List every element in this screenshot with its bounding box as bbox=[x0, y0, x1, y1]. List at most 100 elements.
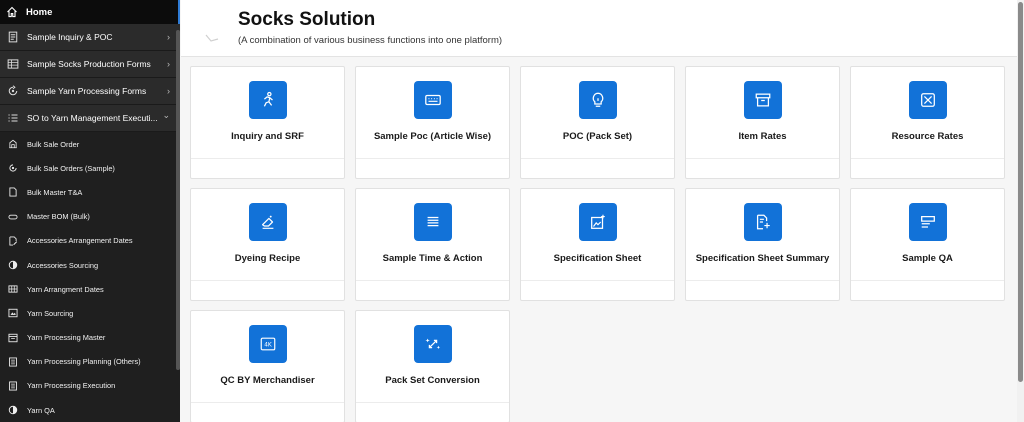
tile-footer bbox=[191, 280, 344, 300]
doc-box-icon bbox=[8, 381, 18, 391]
tile-label: Dyeing Recipe bbox=[234, 253, 301, 264]
sidebar-subitem-accessories-sourcing[interactable]: Accessories Sourcing bbox=[0, 253, 180, 277]
sidebar-subitem-bulk-sale-order[interactable]: Bulk Sale Order bbox=[0, 132, 180, 156]
tile-specification-sheet-summary[interactable]: Specification Sheet Summary bbox=[685, 188, 840, 301]
tile-specification-sheet[interactable]: Specification Sheet bbox=[520, 188, 675, 301]
tile-sample-qa[interactable]: Sample QA bbox=[850, 188, 1005, 301]
tile-label: Pack Set Conversion bbox=[385, 375, 480, 386]
image-box-icon bbox=[8, 308, 18, 318]
sidebar-subitem-yarn-processing-execution[interactable]: Yarn Processing Execution bbox=[0, 374, 180, 398]
chevron-right-icon: › bbox=[167, 59, 170, 69]
tile-inquiry-and-srf[interactable]: Inquiry and SRF bbox=[190, 66, 345, 179]
4k-icon: 4K bbox=[249, 325, 287, 363]
tile-footer bbox=[851, 158, 1004, 178]
page-subtitle: (A combination of various business funct… bbox=[238, 35, 503, 46]
archive-box-icon bbox=[744, 81, 782, 119]
sidebar-item-label: Yarn Sourcing bbox=[27, 308, 74, 318]
sidebar-item-label: Bulk Sale Order bbox=[27, 139, 80, 149]
tile-poc-pack-set[interactable]: POC (Pack Set) bbox=[520, 66, 675, 179]
cycle-icon bbox=[7, 85, 19, 97]
tile-footer bbox=[686, 158, 839, 178]
chevron-down-icon: ⌄ bbox=[162, 110, 170, 120]
sidebar-scrollbar[interactable] bbox=[176, 30, 180, 370]
half-circle-icon bbox=[8, 405, 18, 415]
tile-footer bbox=[191, 158, 344, 178]
tile-footer bbox=[356, 280, 509, 300]
page-scrollbar[interactable] bbox=[1017, 0, 1024, 422]
sidebar-item-label: Home bbox=[26, 6, 53, 18]
tile-label: Sample Poc (Article Wise) bbox=[373, 131, 492, 142]
grid-x-icon bbox=[909, 81, 947, 119]
sidebar-item-label: Bulk Master T&A bbox=[27, 187, 83, 197]
tile-footer bbox=[356, 158, 509, 178]
sidebar-item-so-to-yarn-management[interactable]: SO to Yarn Management Executi... ⌄ bbox=[0, 105, 180, 132]
document-icon bbox=[7, 31, 19, 43]
sidebar-subitem-yarn-sourcing[interactable]: Yarn Sourcing bbox=[0, 301, 180, 325]
tile-footer bbox=[521, 280, 674, 300]
sidebar-subitem-yarn-processing-master[interactable]: Yarn Processing Master bbox=[0, 326, 180, 350]
tile-footer bbox=[686, 280, 839, 300]
file-icon bbox=[8, 187, 18, 197]
tile-label: Inquiry and SRF bbox=[231, 131, 304, 142]
running-person-icon bbox=[249, 81, 287, 119]
tile-sample-poc-article-wise[interactable]: Sample Poc (Article Wise) bbox=[355, 66, 510, 179]
keyboard-icon bbox=[414, 81, 452, 119]
sidebar-item-label: Yarn Processing Master bbox=[27, 333, 106, 343]
sidebar-item-label: Sample Socks Production Forms bbox=[27, 59, 151, 69]
sidebar-subitem-master-bom-bulk[interactable]: Master BOM (Bulk) bbox=[0, 205, 180, 229]
sidebar-item-label: Bulk Sale Orders (Sample) bbox=[27, 163, 115, 173]
file-edit-icon bbox=[8, 236, 18, 246]
tile-label: Sample Time & Action bbox=[382, 253, 483, 264]
tile-pack-set-conversion[interactable]: Pack Set Conversion bbox=[355, 310, 510, 422]
sidebar-subitem-yarn-arrangment-dates[interactable]: Yarn Arrangment Dates bbox=[0, 277, 180, 301]
lightbulb-icon bbox=[579, 81, 617, 119]
form-icon bbox=[909, 203, 947, 241]
sidebar-item-label: Yarn Processing Execution bbox=[27, 381, 116, 391]
sidebar-item-label: SO to Yarn Management Executi... bbox=[27, 113, 158, 123]
page-scrollbar-thumb[interactable] bbox=[1018, 2, 1023, 382]
tile-item-rates[interactable]: Item Rates bbox=[685, 66, 840, 179]
sidebar: Home Sample Inquiry & POC › Sample Socks… bbox=[0, 0, 180, 422]
tile-footer bbox=[191, 402, 344, 422]
sidebar-subitem-bulk-master-ta[interactable]: Bulk Master T&A bbox=[0, 180, 180, 204]
tile-label: Sample QA bbox=[902, 253, 953, 264]
sidebar-item-sample-yarn-processing[interactable]: Sample Yarn Processing Forms › bbox=[0, 78, 180, 105]
eraser-icon bbox=[249, 203, 287, 241]
table-icon bbox=[8, 284, 18, 294]
sidebar-item-home[interactable]: Home bbox=[0, 0, 180, 24]
sparkles-icon bbox=[414, 325, 452, 363]
tile-label: Resource Rates bbox=[891, 131, 964, 142]
sidebar-item-label: Master BOM (Bulk) bbox=[27, 212, 90, 222]
sidebar-item-sample-inquiry-poc[interactable]: Sample Inquiry & POC › bbox=[0, 24, 180, 51]
tile-footer bbox=[521, 158, 674, 178]
tile-dyeing-recipe[interactable]: Dyeing Recipe bbox=[190, 188, 345, 301]
tile-footer bbox=[356, 402, 509, 422]
sidebar-item-label: Yarn QA bbox=[27, 405, 55, 415]
document-sparkle-icon bbox=[744, 203, 782, 241]
tile-label: POC (Pack Set) bbox=[562, 131, 633, 142]
tile-qc-by-merchandiser[interactable]: 4K QC BY Merchandiser bbox=[190, 310, 345, 422]
sidebar-item-label: Yarn Arrangment Dates bbox=[27, 284, 104, 294]
tile-label: Specification Sheet bbox=[553, 253, 642, 264]
sidebar-subitem-yarn-qa[interactable]: Yarn QA bbox=[0, 398, 180, 422]
list-icon bbox=[7, 112, 19, 124]
table-icon bbox=[7, 58, 19, 70]
lines-icon bbox=[414, 203, 452, 241]
sidebar-item-label: Accessories Arrangement Dates bbox=[27, 236, 133, 246]
sidebar-item-sample-socks-production[interactable]: Sample Socks Production Forms › bbox=[0, 51, 180, 78]
cycle-icon bbox=[8, 163, 18, 173]
page-header: Socks Solution (A combination of various… bbox=[181, 0, 1017, 57]
chevron-right-icon: › bbox=[167, 32, 170, 42]
sidebar-item-label: Accessories Sourcing bbox=[27, 260, 99, 270]
sidebar-subitem-accessories-arrangement-dates[interactable]: Accessories Arrangement Dates bbox=[0, 229, 180, 253]
sidebar-subitem-yarn-processing-planning-others[interactable]: Yarn Processing Planning (Others) bbox=[0, 350, 180, 374]
sidebar-subitem-bulk-sale-orders-sample[interactable]: Bulk Sale Orders (Sample) bbox=[0, 156, 180, 180]
pill-icon bbox=[8, 212, 18, 222]
tile-label: Specification Sheet Summary bbox=[695, 253, 830, 264]
tile-resource-rates[interactable]: Resource Rates bbox=[850, 66, 1005, 179]
doc-box-icon bbox=[8, 357, 18, 367]
tile-footer bbox=[851, 280, 1004, 300]
tile-sample-time-and-action[interactable]: Sample Time & Action bbox=[355, 188, 510, 301]
image-sparkle-icon bbox=[579, 203, 617, 241]
sidebar-item-label: Yarn Processing Planning (Others) bbox=[27, 357, 141, 367]
